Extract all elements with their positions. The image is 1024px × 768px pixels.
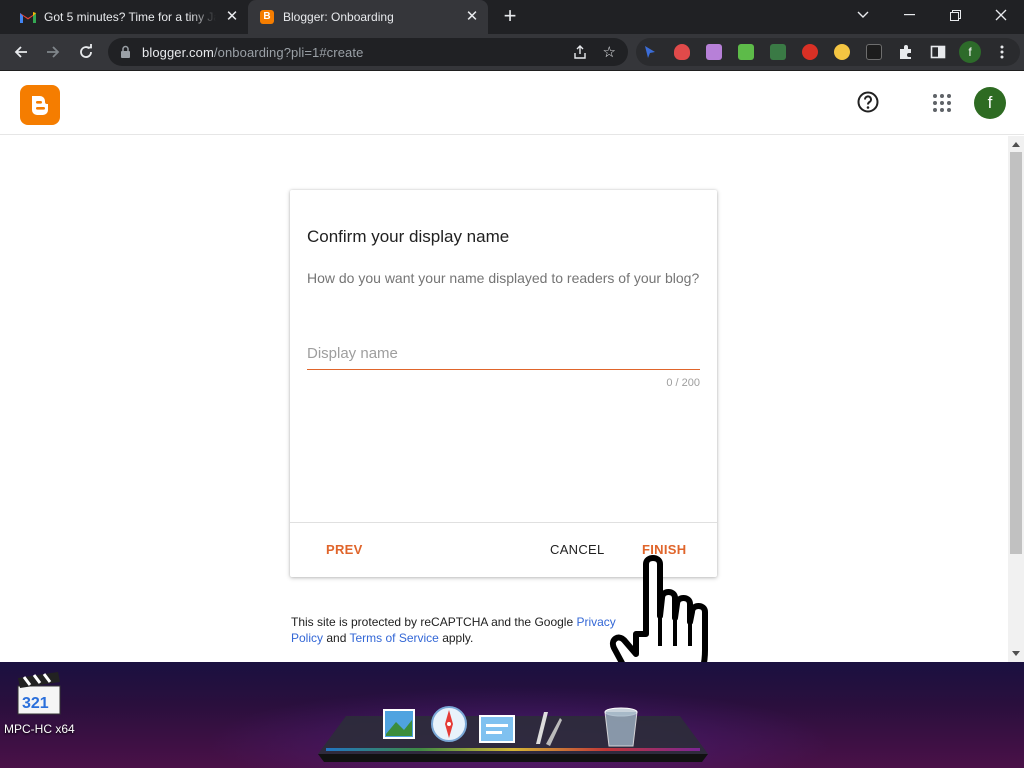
- account-avatar[interactable]: f: [974, 87, 1006, 119]
- google-apps-icon[interactable]: [930, 91, 954, 115]
- close-tab-icon[interactable]: ✕: [464, 9, 480, 25]
- blogger-header: f: [0, 71, 1024, 135]
- dialog-divider: [290, 522, 717, 523]
- emoji-extension-icon[interactable]: [834, 44, 850, 60]
- blogger-icon: B: [260, 10, 274, 24]
- back-button[interactable]: [8, 39, 34, 65]
- dark-extension-icon[interactable]: [866, 44, 882, 60]
- cursor-extension-icon[interactable]: [642, 44, 658, 60]
- display-name-dialog: Confirm your display name How do you wan…: [290, 190, 717, 577]
- mpc-hc-clapperboard-icon[interactable]: 321: [16, 672, 62, 716]
- record-extension-icon[interactable]: [802, 44, 818, 60]
- shield-extension-icon[interactable]: [674, 44, 690, 60]
- share-icon[interactable]: [572, 44, 588, 60]
- svg-text:321: 321: [22, 695, 49, 712]
- preview-app-icon[interactable]: [380, 706, 418, 750]
- forward-button[interactable]: [40, 39, 66, 65]
- tab-title: Blogger: Onboarding: [283, 10, 394, 24]
- puzzle-extensions-icon[interactable]: [898, 44, 914, 60]
- tab-search-icon[interactable]: [840, 0, 886, 30]
- browser-tab-strip: Got 5 minutes? Time for a tiny Japanese …: [0, 0, 1024, 34]
- close-tab-icon[interactable]: ✕: [224, 9, 240, 25]
- tab-title: Got 5 minutes? Time for a tiny Japanese …: [44, 10, 216, 24]
- lock-icon: [121, 45, 130, 58]
- close-window-button[interactable]: [978, 0, 1024, 30]
- browser-toolbar: blogger.com/onboarding?pli=1#create ☆ f: [0, 34, 1024, 71]
- blogger-logo[interactable]: [20, 85, 60, 125]
- display-name-input[interactable]: [307, 337, 700, 370]
- keynote-app-icon[interactable]: [478, 712, 516, 756]
- blogger-b-icon: [32, 96, 48, 115]
- reload-button[interactable]: [73, 39, 99, 65]
- character-counter: 0 / 200: [666, 377, 700, 389]
- trash-icon[interactable]: [602, 706, 640, 750]
- dialog-title: Confirm your display name: [307, 227, 510, 246]
- reload-icon: [80, 44, 92, 58]
- desktop-taskbar: 321 MPC-HC x64: [0, 662, 1024, 768]
- image-extension-icon[interactable]: [770, 44, 786, 60]
- url-text: blogger.com/onboarding?pli=1#create: [142, 45, 364, 60]
- address-bar[interactable]: blogger.com/onboarding?pli=1#create ☆: [108, 38, 628, 66]
- forward-arrow-icon: [47, 46, 60, 58]
- restore-button[interactable]: [932, 0, 978, 30]
- browser-profile-avatar[interactable]: f: [959, 41, 981, 63]
- help-icon[interactable]: [856, 90, 880, 114]
- brush-app-icon[interactable]: [526, 708, 564, 752]
- back-arrow-icon: [14, 46, 27, 58]
- new-tab-button[interactable]: +: [498, 5, 522, 29]
- browser-tab-gmail[interactable]: Got 5 minutes? Time for a tiny Japanese …: [8, 0, 248, 34]
- terms-of-service-link[interactable]: Terms of Service: [350, 631, 439, 645]
- page-scrollbar[interactable]: [1008, 136, 1024, 662]
- bookmark-star-icon[interactable]: ☆: [603, 43, 616, 61]
- prev-button[interactable]: PREV: [326, 542, 363, 557]
- gmail-icon: [20, 12, 36, 23]
- green-extension-icon[interactable]: [738, 44, 754, 60]
- scroll-up-arrow-icon[interactable]: [1012, 142, 1020, 147]
- browser-tab-blogger[interactable]: B Blogger: Onboarding ✕: [248, 0, 488, 34]
- side-panel-icon[interactable]: [930, 44, 946, 60]
- purple-extension-icon[interactable]: [706, 44, 722, 60]
- scroll-down-arrow-icon[interactable]: [1012, 651, 1020, 656]
- more-menu-icon[interactable]: [994, 44, 1010, 60]
- scrollbar-thumb[interactable]: [1010, 152, 1022, 554]
- cancel-button[interactable]: CANCEL: [550, 542, 605, 557]
- minimize-button[interactable]: [886, 0, 932, 30]
- dialog-description: How do you want your name displayed to r…: [307, 270, 700, 286]
- recaptcha-notice: This site is protected by reCAPTCHA and …: [291, 615, 616, 645]
- safari-compass-icon[interactable]: [430, 704, 468, 748]
- mpc-hc-shortcut-label[interactable]: MPC-HC x64: [4, 722, 84, 736]
